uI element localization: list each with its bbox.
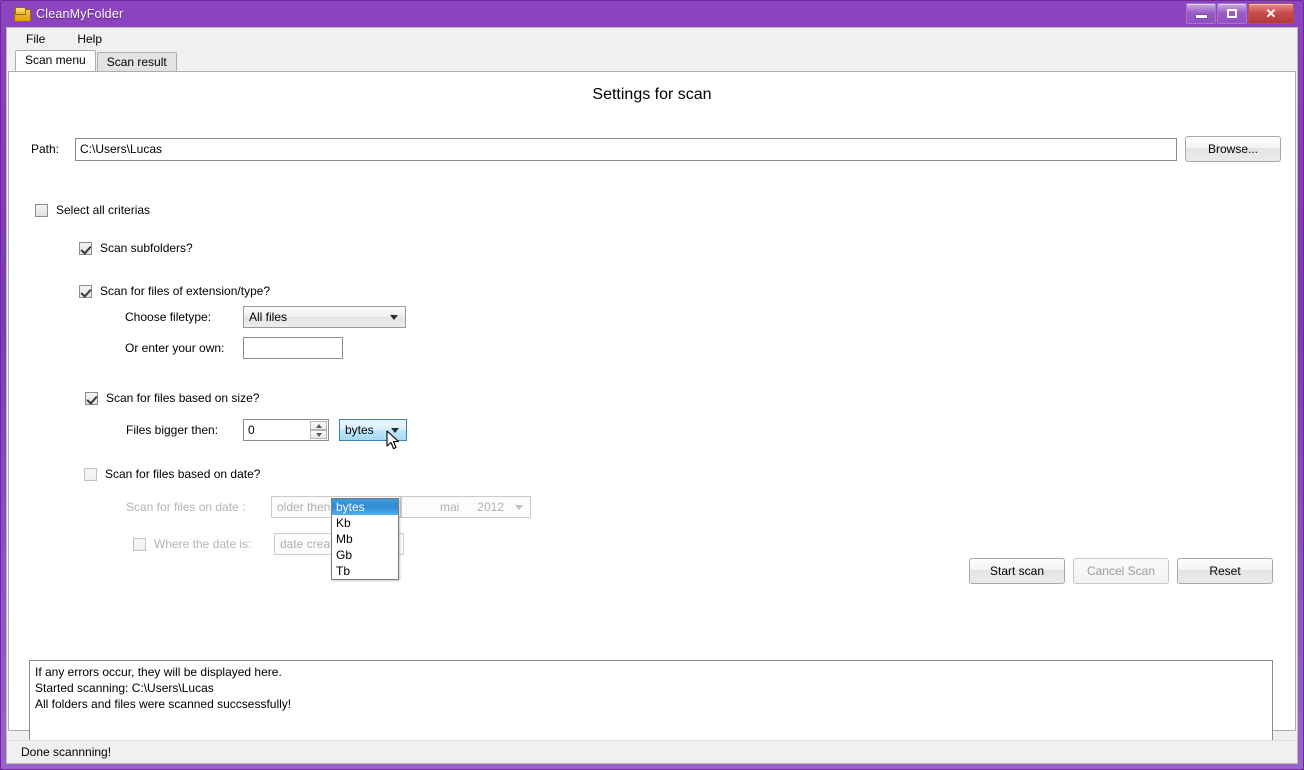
action-buttons: Start scan Cancel Scan Reset — [969, 558, 1273, 584]
size-unit-combobox[interactable]: bytes — [339, 419, 407, 441]
scan-date-checkbox[interactable] — [84, 467, 97, 481]
dropdown-option-bytes[interactable]: bytes — [332, 499, 398, 515]
tab-page-scan-menu: Settings for scan Path: Browse... Select… — [8, 71, 1296, 763]
maximize-button[interactable] — [1217, 3, 1247, 24]
log-line: All folders and files were scanned succs… — [35, 697, 292, 711]
size-unit-value: bytes — [345, 423, 374, 437]
scan-subfolders-label: Scan subfolders? — [100, 241, 193, 255]
dropdown-option-mb[interactable]: Mb — [332, 531, 398, 547]
minimize-icon — [1195, 15, 1207, 18]
tab-scan-result[interactable]: Scan result — [96, 52, 177, 72]
select-all-criteria-checkbox[interactable] — [35, 203, 48, 217]
date-picker[interactable]: mai 2012 — [401, 496, 531, 518]
chevron-down-icon — [515, 505, 523, 510]
chevron-down-icon — [391, 428, 399, 433]
menu-item-file[interactable]: File — [23, 30, 48, 48]
date-picker-year: 2012 — [477, 500, 504, 514]
date-comparison-value: older then — [277, 500, 331, 514]
menu-item-help[interactable]: Help — [74, 30, 105, 48]
maximize-icon — [1227, 9, 1237, 18]
menu-bar: File Help — [7, 28, 1297, 51]
tab-strip: Scan menu Scan result — [7, 50, 1297, 72]
caret-up-icon — [315, 423, 322, 428]
filetype-combobox-value: All files — [249, 310, 288, 324]
date-value-group: Scan for files on date : older then mai … — [126, 496, 531, 518]
dropdown-option-tb[interactable]: Tb — [332, 563, 398, 579]
scan-date-label: Scan for files based on date? — [105, 467, 261, 481]
scan-size-row[interactable]: Scan for files based on size? — [85, 391, 259, 405]
date-picker-month: mai — [439, 500, 460, 514]
log-line: If any errors occur, they will be displa… — [35, 665, 282, 679]
browse-button[interactable]: Browse... — [1185, 136, 1281, 162]
log-line: Started scanning: C:\Users\Lucas — [35, 681, 214, 695]
select-all-criteria-row[interactable]: Select all criterias — [35, 203, 150, 217]
scan-size-label: Scan for files based on size? — [106, 391, 260, 405]
close-button[interactable]: ✕ — [1248, 3, 1294, 24]
filetype-combobox[interactable]: All files — [243, 306, 406, 328]
files-bigger-then-label: Files bigger then: — [126, 423, 219, 437]
title-bar: CleanMyFolder ✕ — [6, 0, 1298, 27]
enter-own-label: Or enter your own: — [125, 341, 225, 355]
client-area: File Help Scan menu Scan result Settings… — [6, 27, 1298, 764]
stepper-buttons — [310, 421, 327, 439]
status-bar: Done scannning! — [7, 740, 1297, 763]
page-title: Settings for scan — [592, 86, 712, 103]
caret-down-icon — [315, 432, 322, 437]
size-value-group: Files bigger then: bytes — [126, 419, 407, 441]
minimize-button[interactable] — [1186, 3, 1216, 24]
choose-filetype-label: Choose filetype: — [125, 310, 212, 324]
filetype-group: Choose filetype: All files Or enter your… — [125, 306, 425, 359]
status-text: Done scannning! — [21, 745, 112, 759]
where-date-checkbox[interactable] — [133, 537, 146, 551]
custom-extension-input[interactable] — [243, 337, 343, 359]
stepper-up-button[interactable] — [310, 421, 327, 430]
scan-subfolders-row[interactable]: Scan subfolders? — [79, 241, 193, 255]
scan-extension-row[interactable]: Scan for files of extension/type? — [79, 284, 270, 298]
select-all-criteria-label: Select all criterias — [56, 203, 151, 217]
size-value-stepper[interactable] — [243, 419, 329, 441]
size-value-input[interactable] — [244, 422, 312, 438]
close-icon: ✕ — [1265, 6, 1277, 21]
scan-subfolders-checkbox[interactable] — [79, 241, 92, 255]
stepper-down-button[interactable] — [310, 430, 327, 439]
scan-extension-label: Scan for files of extension/type? — [100, 284, 271, 298]
start-scan-button[interactable]: Start scan — [969, 558, 1065, 584]
path-label: Path: — [31, 142, 60, 156]
folder-icon — [14, 6, 31, 22]
chevron-down-icon — [390, 315, 398, 320]
window-controls: ✕ — [1186, 3, 1294, 24]
dropdown-option-gb[interactable]: Gb — [332, 547, 398, 563]
where-date-label: Where the date is: — [154, 537, 252, 551]
reset-button[interactable]: Reset — [1177, 558, 1273, 584]
path-input[interactable] — [75, 137, 1177, 161]
dropdown-option-kb[interactable]: Kb — [332, 515, 398, 531]
window-title: CleanMyFolder — [36, 6, 124, 21]
size-unit-dropdown-list[interactable]: bytes Kb Mb Gb Tb — [331, 498, 399, 580]
scan-size-checkbox[interactable] — [85, 391, 98, 405]
scan-files-on-date-label: Scan for files on date : — [126, 500, 246, 514]
tab-scan-menu[interactable]: Scan menu — [15, 50, 96, 71]
application-window: CleanMyFolder ✕ File Help Scan menu Scan… — [0, 0, 1304, 770]
path-row: Path: Browse... — [31, 136, 1281, 162]
scan-extension-checkbox[interactable] — [79, 284, 92, 298]
scan-date-row[interactable]: Scan for files based on date? — [84, 467, 260, 481]
cancel-scan-button: Cancel Scan — [1073, 558, 1169, 584]
